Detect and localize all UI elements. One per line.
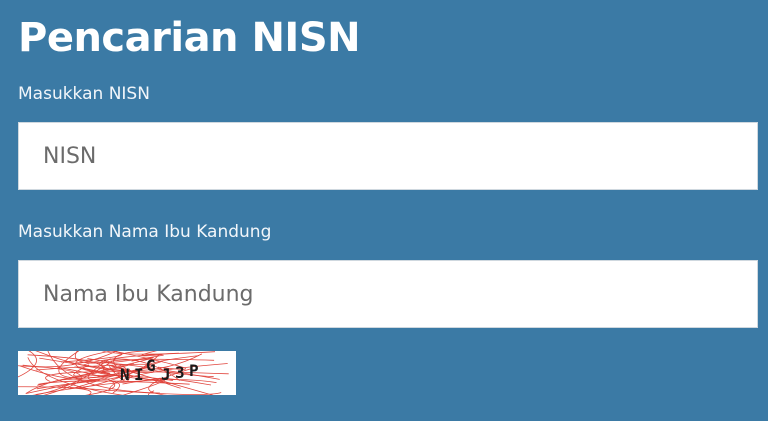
- nisn-input[interactable]: [18, 122, 758, 190]
- nama-ibu-kandung-input[interactable]: [18, 260, 758, 328]
- captcha-char: 3: [175, 363, 185, 382]
- captcha-char: I: [134, 365, 144, 384]
- captcha-char: N: [120, 365, 130, 384]
- captcha-char: P: [189, 361, 199, 380]
- page-title: Pencarian NISN: [18, 15, 361, 61]
- nama-ibu-label: Masukkan Nama Ibu Kandung: [18, 222, 272, 242]
- nisn-label: Masukkan NISN: [18, 84, 150, 104]
- captcha-image: NIGJ3P: [18, 351, 236, 395]
- captcha-char: G: [146, 356, 156, 375]
- captcha-char: J: [161, 365, 171, 384]
